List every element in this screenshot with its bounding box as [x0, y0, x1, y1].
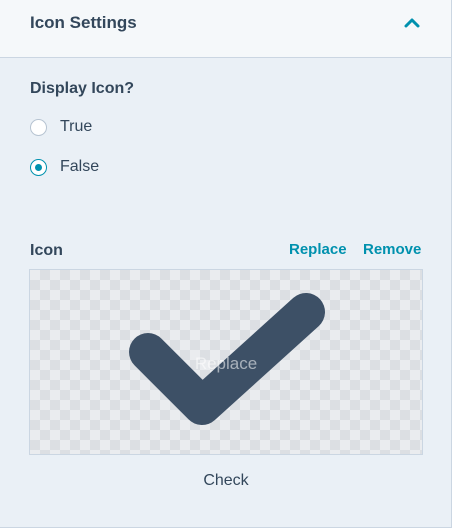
- radio-button-false[interactable]: [30, 158, 47, 176]
- icon-preview[interactable]: Replace: [29, 269, 423, 455]
- check-icon: [129, 293, 325, 425]
- panel-title: Icon Settings: [30, 13, 137, 32]
- icon-name-label: Check: [203, 472, 249, 489]
- radio-label-true: True: [60, 118, 93, 135]
- icon-settings-panel: Icon Settings Display Icon? True False I…: [0, 0, 452, 528]
- remove-icon-button[interactable]: Remove: [363, 241, 421, 259]
- display-icon-label: Display Icon?: [30, 80, 135, 97]
- radio-label-false: False: [60, 158, 100, 175]
- radio-option-true[interactable]: True: [30, 116, 92, 138]
- chevron-up-icon[interactable]: [401, 12, 423, 34]
- radio-option-false[interactable]: False: [30, 156, 99, 178]
- replace-icon-button[interactable]: Replace: [289, 241, 347, 259]
- icon-field-label: Icon: [30, 242, 63, 259]
- panel-header[interactable]: Icon Settings: [0, 0, 451, 58]
- radio-button-true[interactable]: [30, 118, 47, 136]
